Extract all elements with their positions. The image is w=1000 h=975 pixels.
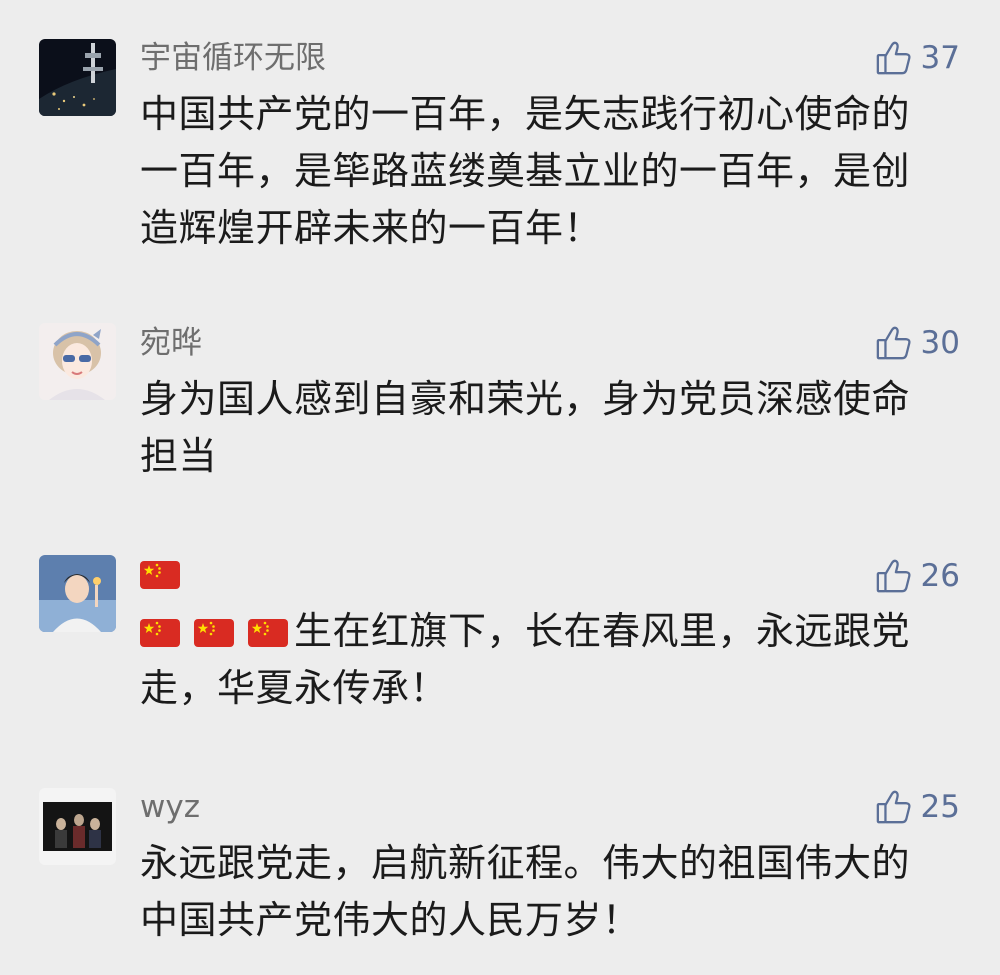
avatar[interactable] (39, 788, 116, 865)
comment-text-line: 中国共产党伟大的人民万岁！ (140, 898, 641, 942)
like-count: 26 (920, 558, 960, 594)
comment-text: 生在红旗下，长在春风里，永远跟党 走，华夏永传承！ (140, 603, 940, 717)
thumbs-up-icon (876, 41, 911, 75)
thumbs-up-icon (876, 326, 911, 360)
comment-text-line: 走，华夏永传承！ (140, 666, 449, 710)
like-count: 37 (920, 40, 960, 76)
like-button[interactable]: 25 (875, 787, 960, 827)
comment-text-line: 永远跟党走，启航新征程。伟大的祖国伟大的 (140, 841, 911, 885)
username[interactable]: 宇宙循环无限 (140, 38, 326, 78)
like-count: 25 (920, 789, 960, 825)
comment-text-line: 生在红旗下，长在春风里，永远跟党 (140, 603, 940, 660)
china-flag-icon (248, 619, 288, 647)
like-button[interactable]: 37 (875, 38, 960, 78)
comment-text-span: 生在红旗下，长在春风里，永远跟党 (294, 609, 911, 653)
like-button[interactable]: 26 (875, 556, 960, 596)
like-count: 30 (920, 325, 960, 361)
space-station-avatar-icon (39, 39, 116, 116)
username[interactable]: wyz (140, 787, 200, 827)
username[interactable] (140, 556, 190, 596)
username[interactable]: 宛晔 (140, 323, 202, 363)
comment-text-line: 造辉煌开辟未来的一百年！ (140, 206, 603, 250)
comment-text: 身为国人感到自豪和荣光，身为党员深感使命 担当 (140, 371, 940, 485)
comment-text-line: 担当 (140, 434, 218, 478)
china-flag-icon (140, 561, 180, 589)
thumbs-up-icon (876, 559, 911, 593)
dark-photo-avatar-icon (39, 788, 116, 865)
girl-with-sunglasses-avatar-icon (39, 323, 116, 400)
avatar[interactable] (39, 555, 116, 632)
china-flag-icon (140, 619, 180, 647)
like-button[interactable]: 30 (875, 323, 960, 363)
illustrated-boy-avatar-icon (39, 555, 116, 632)
avatar[interactable] (39, 39, 116, 116)
avatar[interactable] (39, 323, 116, 400)
comment-text-line: 一百年，是筚路蓝缕奠基立业的一百年，是创 (140, 149, 911, 193)
comment-text: 永远跟党走，启航新征程。伟大的祖国伟大的 中国共产党伟大的人民万岁！ (140, 835, 940, 949)
thumbs-up-icon (876, 790, 911, 824)
comment-text: 中国共产党的一百年，是矢志践行初心使命的 一百年，是筚路蓝缕奠基立业的一百年，是… (140, 86, 940, 257)
china-flag-icon (194, 619, 234, 647)
comment-text-line: 中国共产党的一百年，是矢志践行初心使命的 (140, 92, 911, 136)
comment-text-line: 身为国人感到自豪和荣光，身为党员深感使命 (140, 377, 911, 421)
